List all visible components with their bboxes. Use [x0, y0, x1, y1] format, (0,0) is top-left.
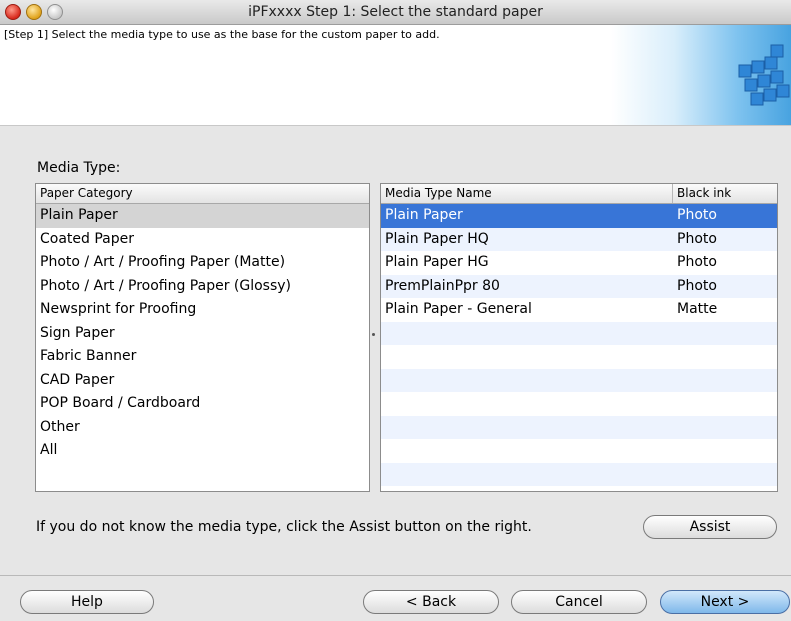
- black-ink-cell: Photo: [677, 230, 717, 247]
- category-item-cad-paper[interactable]: CAD Paper: [36, 369, 369, 393]
- black-ink-cell: Matte: [677, 301, 718, 317]
- paper-category-list[interactable]: Paper Category Plain Paper Coated Paper …: [35, 183, 370, 492]
- step-header: [Step 1] Select the media type to use as…: [0, 25, 791, 126]
- table-row[interactable]: Plain Paper HQ Photo: [381, 227, 777, 251]
- category-item-label: Newsprint for Proofing: [40, 301, 197, 317]
- category-item-label: Other: [40, 418, 80, 435]
- category-item-label: POP Board / Cardboard: [40, 395, 201, 411]
- assist-hint: If you do not know the media type, click…: [36, 519, 532, 535]
- paper-category-header[interactable]: Paper Category: [36, 184, 369, 204]
- media-type-name-cell: Plain Paper HG: [385, 254, 489, 270]
- category-item-label: CAD Paper: [40, 371, 115, 388]
- media-type-name-cell: PremPlainPpr 80: [385, 277, 500, 294]
- step-instruction: [Step 1] Select the media type to use as…: [4, 28, 440, 41]
- media-type-name-cell: Plain Paper: [385, 207, 463, 223]
- footer-divider: [0, 575, 791, 576]
- empty-row: [381, 415, 777, 439]
- back-button[interactable]: < Back: [363, 590, 499, 614]
- category-item-label: Plain Paper: [40, 207, 118, 223]
- category-item-label: Sign Paper: [40, 324, 115, 341]
- category-item-coated-paper[interactable]: Coated Paper: [36, 228, 369, 252]
- empty-row: [381, 321, 777, 345]
- black-ink-cell: Photo: [677, 277, 717, 294]
- table-row[interactable]: PremPlainPpr 80 Photo: [381, 274, 777, 298]
- title-bar[interactable]: iPFxxxx Step 1: Select the standard pape…: [0, 0, 791, 25]
- category-item-fabric-banner[interactable]: Fabric Banner: [36, 345, 369, 369]
- category-item-newsprint[interactable]: Newsprint for Proofing: [36, 298, 369, 322]
- category-item-label: Photo / Art / Proofing Paper (Matte): [40, 254, 286, 270]
- category-item-photo-matte[interactable]: Photo / Art / Proofing Paper (Matte): [36, 251, 369, 275]
- empty-row: [381, 439, 777, 463]
- category-item-other[interactable]: Other: [36, 416, 369, 440]
- assist-button[interactable]: Assist: [643, 515, 777, 539]
- category-item-label: Coated Paper: [40, 230, 135, 247]
- empty-row: [381, 392, 777, 416]
- dialog-window: iPFxxxx Step 1: Select the standard pape…: [0, 0, 791, 621]
- category-item-all[interactable]: All: [36, 439, 369, 463]
- column-header-media-type-name[interactable]: Media Type Name: [385, 184, 492, 203]
- help-button[interactable]: Help: [20, 590, 154, 614]
- category-item-sign-paper[interactable]: Sign Paper: [36, 322, 369, 346]
- media-type-name-cell: Plain Paper - General: [385, 301, 532, 317]
- splitter-handle[interactable]: [372, 333, 375, 336]
- category-item-photo-glossy[interactable]: Photo / Art / Proofing Paper (Glossy): [36, 275, 369, 299]
- column-divider[interactable]: [672, 184, 673, 203]
- media-type-table-header: Media Type Name Black ink: [381, 184, 777, 204]
- media-type-label: Media Type:: [37, 160, 121, 176]
- window-title: iPFxxxx Step 1: Select the standard pape…: [248, 4, 543, 20]
- empty-row: [381, 345, 777, 369]
- paper-category-header-label: Paper Category: [40, 186, 133, 200]
- column-header-black-ink[interactable]: Black ink: [677, 184, 731, 203]
- empty-row: [381, 462, 777, 486]
- category-item-label: All: [40, 442, 58, 458]
- media-type-name-cell: Plain Paper HQ: [385, 230, 489, 247]
- black-ink-cell: Photo: [677, 207, 717, 223]
- cancel-button[interactable]: Cancel: [511, 590, 647, 614]
- printer-logo-icon: [611, 25, 791, 125]
- category-item-plain-paper[interactable]: Plain Paper: [36, 204, 369, 228]
- media-type-table[interactable]: Media Type Name Black ink Plain Paper Ph…: [380, 183, 778, 492]
- empty-row: [381, 368, 777, 392]
- black-ink-cell: Photo: [677, 254, 717, 270]
- table-row[interactable]: Plain Paper Photo: [381, 204, 777, 228]
- category-item-label: Fabric Banner: [40, 348, 137, 364]
- table-row[interactable]: Plain Paper - General Matte: [381, 298, 777, 322]
- category-item-pop-board[interactable]: POP Board / Cardboard: [36, 392, 369, 416]
- category-item-label: Photo / Art / Proofing Paper (Glossy): [40, 277, 291, 294]
- next-button[interactable]: Next >: [660, 590, 790, 614]
- table-row[interactable]: Plain Paper HG Photo: [381, 251, 777, 275]
